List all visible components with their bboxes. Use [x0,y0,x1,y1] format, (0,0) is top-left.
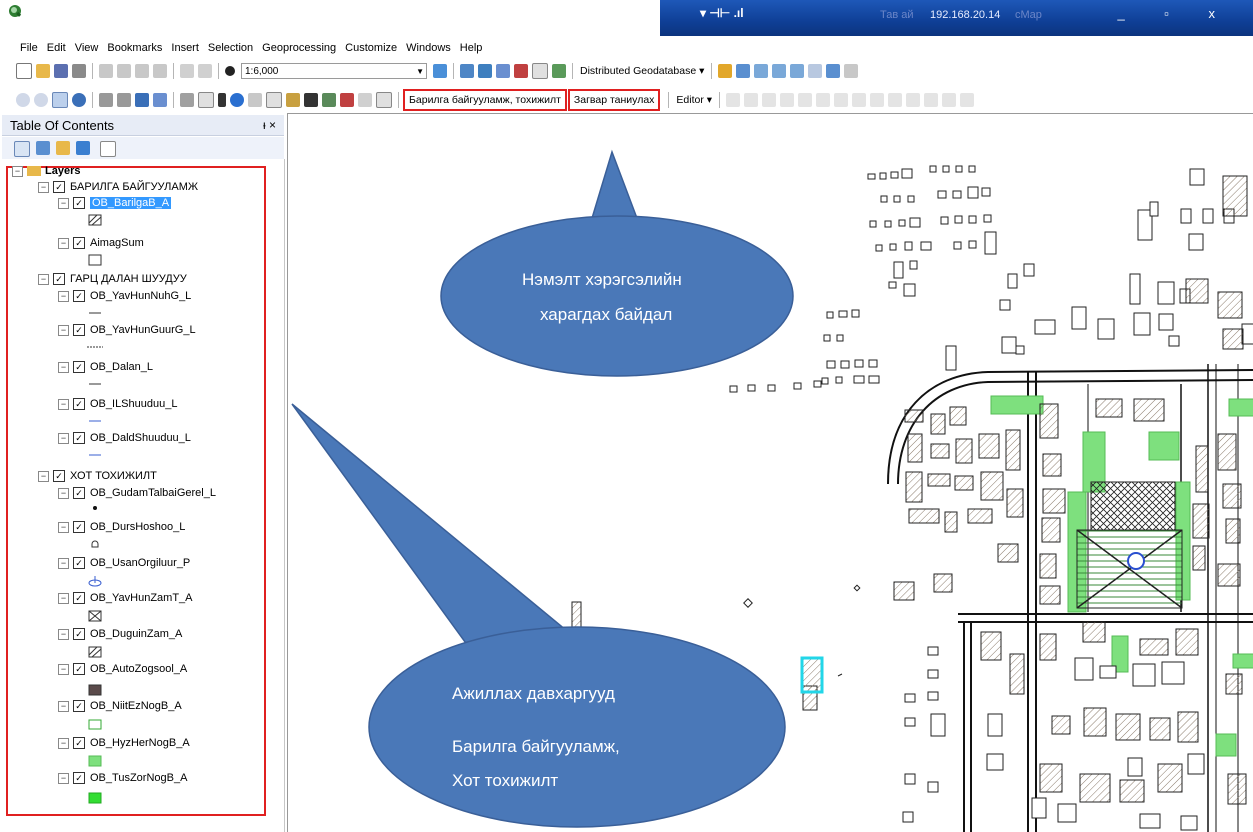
callout-top-line1: Нэмэлт хэрэгсэлийн [522,270,682,289]
callout-top-line2: харагдах байдал [540,305,673,324]
callout-bottom-bubble [368,626,786,828]
callout-bottom-line2: Барилга байгууламж, [452,737,620,756]
arcmap-window: ▾ ⊣⊢ .ıl Тав ай 192.168.20.14 cMap _ ▫ x… [0,0,1253,832]
callout-bottom-line1: Ажиллах давхаргууд [452,684,615,703]
callout-top-bubble [440,215,794,377]
callout-bottom-line3: Хот тохижилт [452,771,559,790]
callout-layer [291,149,794,828]
